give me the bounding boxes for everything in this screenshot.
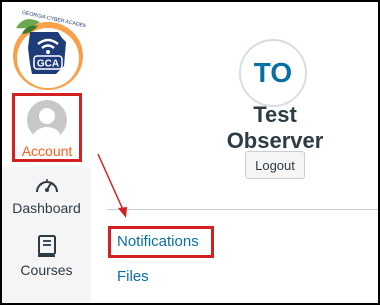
annotation-arrow	[97, 153, 127, 218]
app-frame: GCA GEORGIA CYBER ACADEMY Account Dashbo…	[0, 0, 380, 305]
